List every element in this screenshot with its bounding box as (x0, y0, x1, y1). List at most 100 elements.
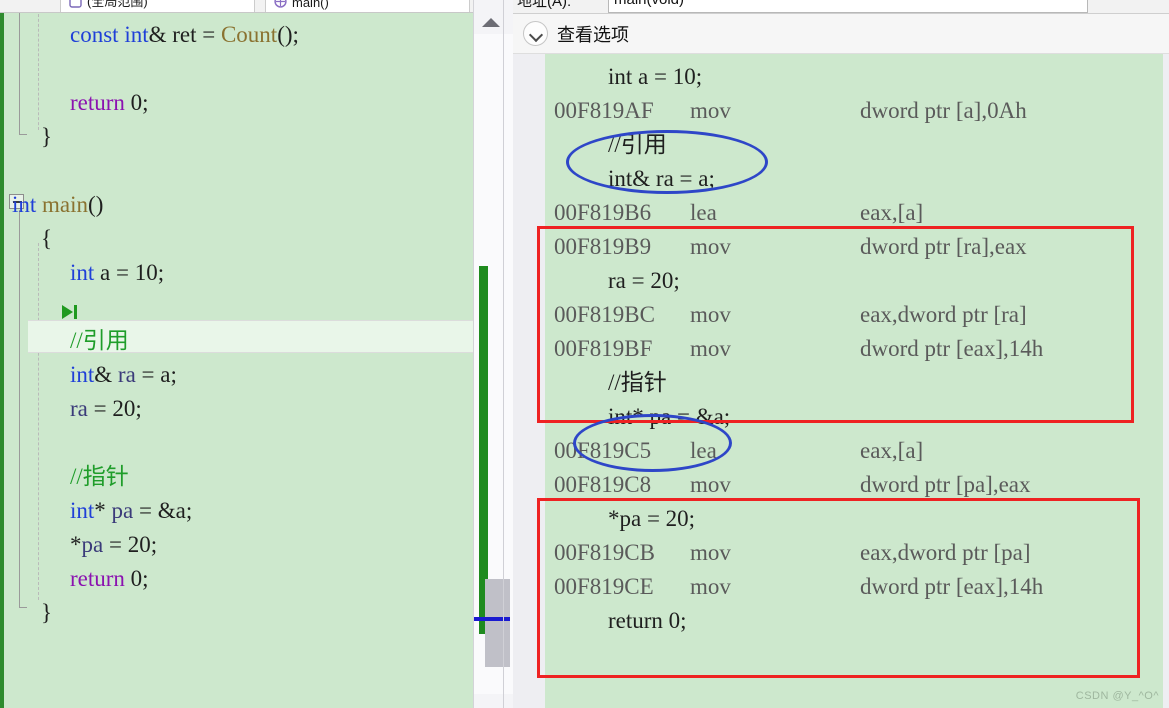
address-input[interactable]: main(void) (608, 0, 1088, 13)
code-token: } (41, 124, 53, 149)
source-line[interactable]: int a = 10; (608, 60, 702, 94)
code-token: = &a; (133, 498, 193, 523)
code-line[interactable]: } (41, 596, 52, 630)
code-token: return (70, 566, 125, 591)
code-token: ; (157, 260, 165, 285)
code-token: //引用 (70, 328, 129, 353)
code-token: ; (150, 532, 158, 557)
code-token: ; (142, 566, 149, 591)
indent-guide (38, 243, 39, 600)
code-token: int (124, 22, 149, 47)
code-line[interactable]: int& ra = a; (70, 358, 177, 392)
instruction-mnemonic: mov (690, 472, 731, 497)
code-token: () (88, 192, 104, 217)
code-line[interactable]: //指针 (70, 460, 129, 494)
current-statement-marker-icon (62, 303, 82, 321)
code-token: * (70, 532, 82, 557)
code-token: * (94, 498, 112, 523)
instruction-mnemonic: mov (690, 98, 731, 123)
code-token: return (70, 90, 125, 115)
scope-icon (69, 0, 82, 8)
code-line[interactable]: *pa = 20; (70, 528, 157, 562)
disassembly-right-edge (1163, 54, 1169, 708)
editor-scope-label: (全局范围) (87, 0, 148, 9)
code-token: const (70, 22, 119, 47)
code-token: 10 (134, 260, 158, 285)
code-token: a = (94, 260, 135, 285)
instruction-operands: dword ptr [pa],eax (860, 472, 1031, 497)
code-token: } (41, 600, 53, 625)
instruction-address: 00F819AF (554, 98, 654, 123)
instruction-operands: dword ptr [a],0Ah (860, 98, 1027, 123)
block-guide-upper-foot (19, 134, 27, 135)
instruction-mnemonic: lea (690, 200, 717, 225)
code-token: int (70, 498, 95, 523)
reference-assembly-highlight-box (537, 226, 1134, 423)
code-token: { (41, 226, 53, 251)
code-token: //指针 (70, 464, 129, 489)
view-options-toolbar[interactable]: 查看选项 (513, 14, 1169, 54)
code-line[interactable]: int a = 10; (70, 256, 164, 290)
code-token: int (70, 362, 95, 387)
code-token: = (87, 396, 113, 421)
scroll-up-arrow-icon[interactable] (482, 18, 500, 27)
source-editor-pane[interactable]: (全局范围) main() const int& ret = Count(); … (0, 0, 473, 708)
code-line[interactable]: } (41, 120, 52, 154)
code-token: ; (135, 396, 142, 421)
code-token: Count (220, 22, 278, 47)
unsaved-change-strip (0, 13, 4, 708)
code-line[interactable] (41, 154, 47, 188)
code-token: pa (111, 498, 134, 523)
app-root: (全局范围) main() const int& ret = Count(); … (0, 0, 1169, 708)
editor-tab-strip: (全局范围) main() (0, 0, 473, 13)
code-line[interactable]: return 0; (70, 86, 149, 120)
code-token: pa (81, 532, 104, 557)
code-token: (); (277, 22, 299, 47)
code-token: & (94, 362, 118, 387)
code-token: ra (70, 396, 88, 421)
scrollbar-thumb[interactable] (485, 579, 510, 667)
method-icon (274, 0, 287, 8)
editor-vertical-scrollbar[interactable] (473, 0, 514, 708)
code-token: 0 (130, 90, 143, 115)
reference-comment-circle-annotation (566, 130, 768, 194)
instruction-operands: eax,[a] (860, 200, 924, 225)
code-line[interactable]: int main() (12, 188, 103, 222)
scrollbar-caret-marker (474, 617, 510, 621)
block-guide-main (19, 210, 20, 608)
instruction-address: 00F819C8 (554, 472, 652, 497)
code-line[interactable]: //引用 (70, 324, 129, 358)
code-line[interactable]: ra = 20; (70, 392, 142, 426)
chevron-down-icon[interactable] (523, 21, 548, 46)
csdn-watermark: CSDN @Y_^O^ (1075, 690, 1159, 702)
pointer-comment-circle-annotation (573, 414, 732, 472)
code-token: int (12, 192, 37, 217)
indent-guide (38, 14, 39, 130)
code-token: = (103, 532, 128, 557)
code-line[interactable]: int* pa = &a; (70, 494, 192, 528)
editor-scope-dropdown[interactable]: (全局范围) (60, 0, 255, 12)
block-guide-main-foot (19, 607, 27, 608)
code-line[interactable]: const int& ret = Count(); (70, 18, 299, 52)
code-token: & ret = (148, 22, 221, 47)
code-line[interactable]: return 0; (70, 562, 149, 596)
pointer-assembly-highlight-box (537, 498, 1140, 678)
instruction-address: 00F819B6 (554, 200, 652, 225)
view-options-label: 查看选项 (557, 24, 629, 45)
code-line[interactable]: { (41, 222, 52, 256)
code-line[interactable] (70, 52, 76, 86)
code-token: main (42, 192, 89, 217)
code-token: 0 (130, 566, 143, 591)
editor-member-dropdown[interactable]: main() (265, 0, 470, 12)
block-guide-upper (19, 13, 20, 135)
code-token: = a; (135, 362, 177, 387)
instruction-operands: eax,[a] (860, 438, 924, 463)
code-line[interactable] (70, 426, 76, 460)
code-token: 20 (112, 396, 136, 421)
address-label: 地址(A): (517, 0, 572, 10)
pane-divider[interactable] (503, 0, 504, 708)
code-token: ; (142, 90, 149, 115)
code-token: 20 (127, 532, 151, 557)
scrollbar-track[interactable] (474, 34, 514, 694)
address-bar: 地址(A): main(void) (513, 0, 1169, 14)
